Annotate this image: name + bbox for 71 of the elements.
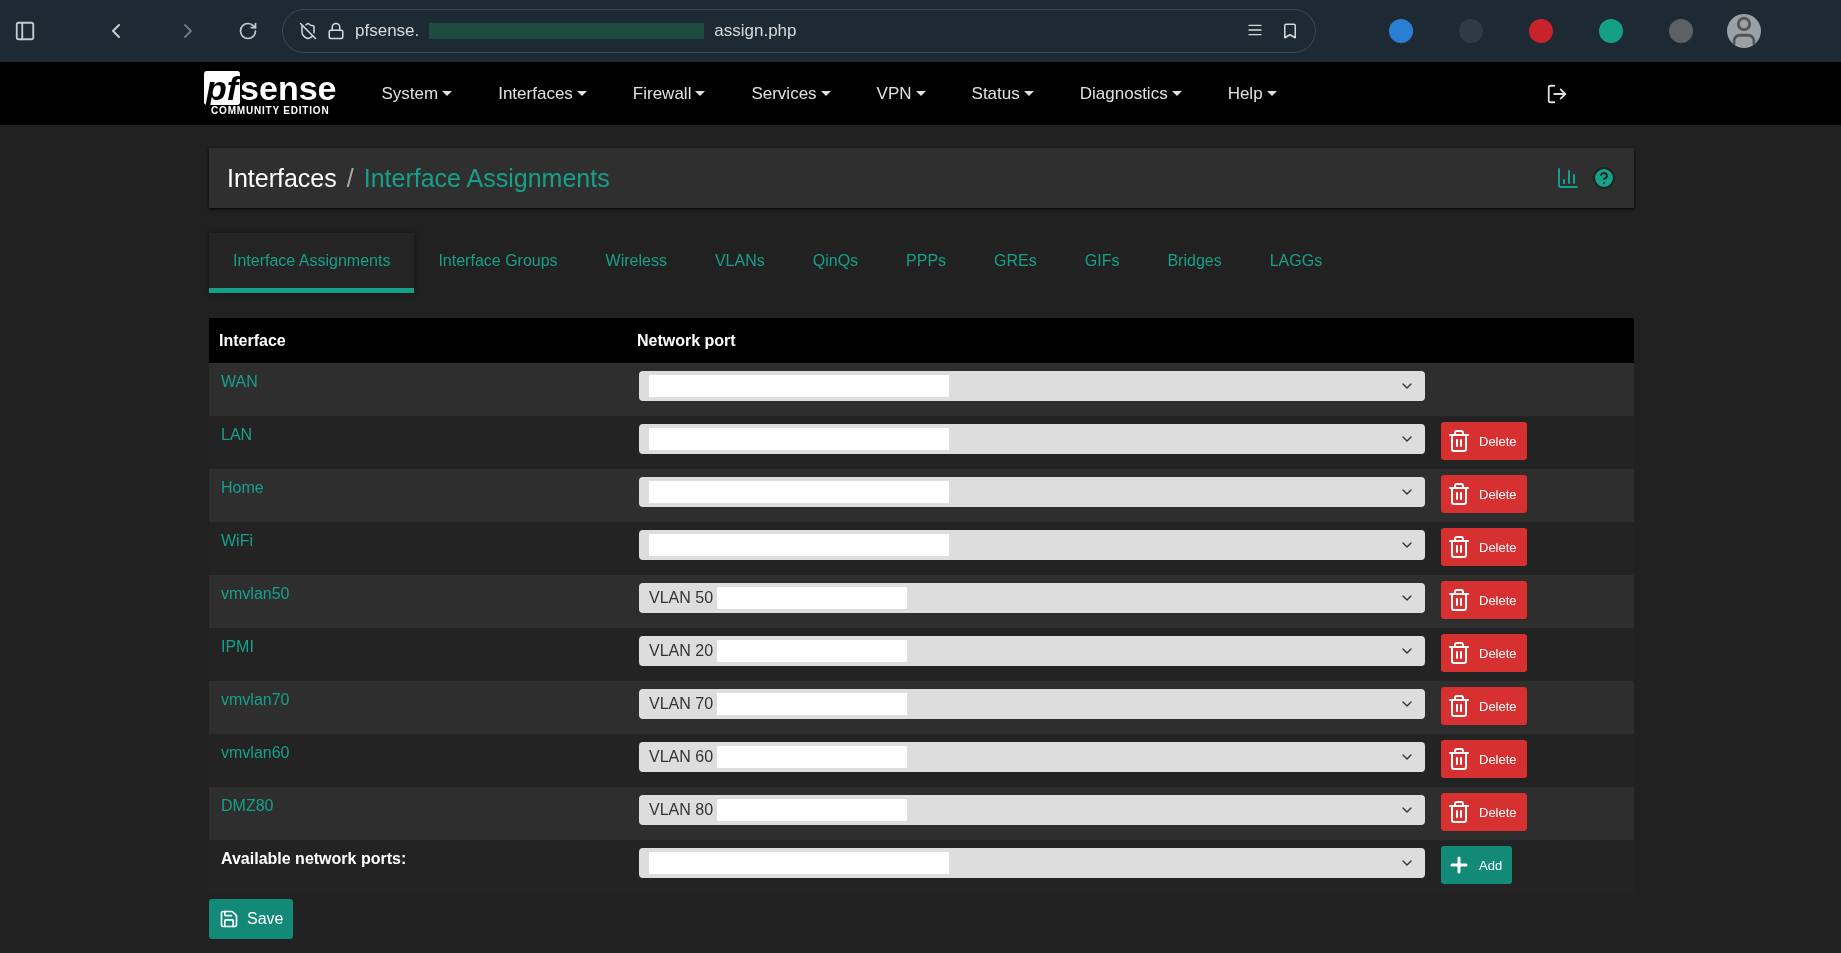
delete-button[interactable]: Delete	[1441, 740, 1527, 778]
delete-button[interactable]: Delete	[1441, 528, 1527, 566]
interface-link[interactable]: vmvlan60	[221, 734, 290, 762]
nav-menu[interactable]: Status	[948, 83, 1057, 104]
network-port-select[interactable]: VLAN 80	[639, 795, 1425, 825]
nav-menu[interactable]: System	[358, 83, 476, 104]
interface-link[interactable]: vmvlan70	[221, 681, 290, 709]
extension-icon[interactable]	[1529, 19, 1553, 43]
interface-link[interactable]: Home	[221, 469, 264, 497]
help-icon[interactable]	[1592, 166, 1616, 190]
lock-icon[interactable]	[327, 22, 345, 40]
delete-button[interactable]: Delete	[1441, 475, 1527, 513]
extension-icon[interactable]	[1669, 19, 1693, 43]
logout-icon[interactable]	[1545, 82, 1568, 105]
network-port-select[interactable]: VLAN 50	[639, 583, 1425, 613]
trash-icon	[1447, 482, 1471, 506]
tab[interactable]: GREs	[970, 233, 1061, 293]
delete-button[interactable]: Delete	[1441, 581, 1527, 619]
breadcrumb-separator: /	[346, 163, 354, 193]
tab[interactable]: GIFs	[1060, 233, 1144, 293]
page-title: Interface Assignments	[363, 163, 610, 193]
tab[interactable]: Bridges	[1143, 233, 1246, 293]
tab[interactable]: PPPs	[882, 233, 971, 293]
network-port-select[interactable]: VLAN 20	[639, 636, 1425, 666]
trash-icon	[1447, 641, 1471, 665]
tab[interactable]: Interface Groups	[414, 233, 582, 293]
network-port-select[interactable]: VLAN 60	[639, 742, 1425, 772]
delete-button[interactable]: Delete	[1441, 422, 1527, 460]
tab[interactable]: LAGGs	[1245, 233, 1347, 293]
interface-link[interactable]: DMZ80	[221, 787, 274, 815]
nav-menu[interactable]: Services	[728, 83, 854, 104]
reader-icon[interactable]	[1247, 22, 1263, 38]
tab[interactable]: Interface Assignments	[209, 233, 415, 293]
nav-menu[interactable]: Interfaces	[475, 83, 610, 104]
avatar-icon[interactable]	[1727, 14, 1761, 48]
save-button[interactable]: Save	[209, 899, 294, 939]
nav-menu[interactable]: Help	[1204, 83, 1300, 104]
delete-button[interactable]: Delete	[1441, 793, 1527, 831]
trash-icon	[1447, 747, 1471, 771]
column-header: Interface	[218, 331, 287, 350]
chart-icon[interactable]	[1556, 166, 1580, 190]
trash-icon	[1447, 694, 1471, 718]
extension-icon[interactable]	[1389, 19, 1413, 43]
extension-icon[interactable]	[1599, 19, 1623, 43]
tab[interactable]: VLANs	[690, 233, 789, 293]
trash-icon	[1447, 429, 1471, 453]
shield-off-icon[interactable]	[299, 22, 317, 40]
column-header: Network port	[636, 331, 737, 350]
interface-link[interactable]: WAN	[221, 363, 258, 391]
delete-button[interactable]: Delete	[1441, 687, 1527, 725]
nav-menu[interactable]: VPN	[853, 83, 949, 104]
trash-icon	[1447, 800, 1471, 824]
interface-link[interactable]: vmvlan50	[221, 575, 290, 603]
bookmark-icon[interactable]	[1281, 22, 1299, 40]
reload-icon[interactable]	[238, 21, 258, 41]
nav-menu[interactable]: Firewall	[609, 83, 729, 104]
interface-link[interactable]: WiFi	[221, 522, 253, 550]
breadcrumb-link[interactable]: Interfaces	[227, 163, 337, 193]
network-port-select[interactable]: VLAN 70	[639, 689, 1425, 719]
trash-icon	[1447, 535, 1471, 559]
sidebar-icon[interactable]	[14, 20, 36, 42]
tab[interactable]: Wireless	[581, 233, 691, 293]
available-ports-label: Available network ports:	[221, 849, 407, 868]
interface-link[interactable]: IPMI	[221, 628, 254, 656]
pfsense-logo[interactable]: pfsense COMMUNITY EDITION	[204, 71, 337, 116]
tab[interactable]: QinQs	[788, 233, 883, 293]
trash-icon	[1447, 588, 1471, 612]
interface-link[interactable]: LAN	[221, 416, 253, 444]
add-button[interactable]: Add	[1441, 846, 1513, 884]
delete-button[interactable]: Delete	[1441, 634, 1527, 672]
nav-menu[interactable]: Diagnostics	[1056, 83, 1205, 104]
